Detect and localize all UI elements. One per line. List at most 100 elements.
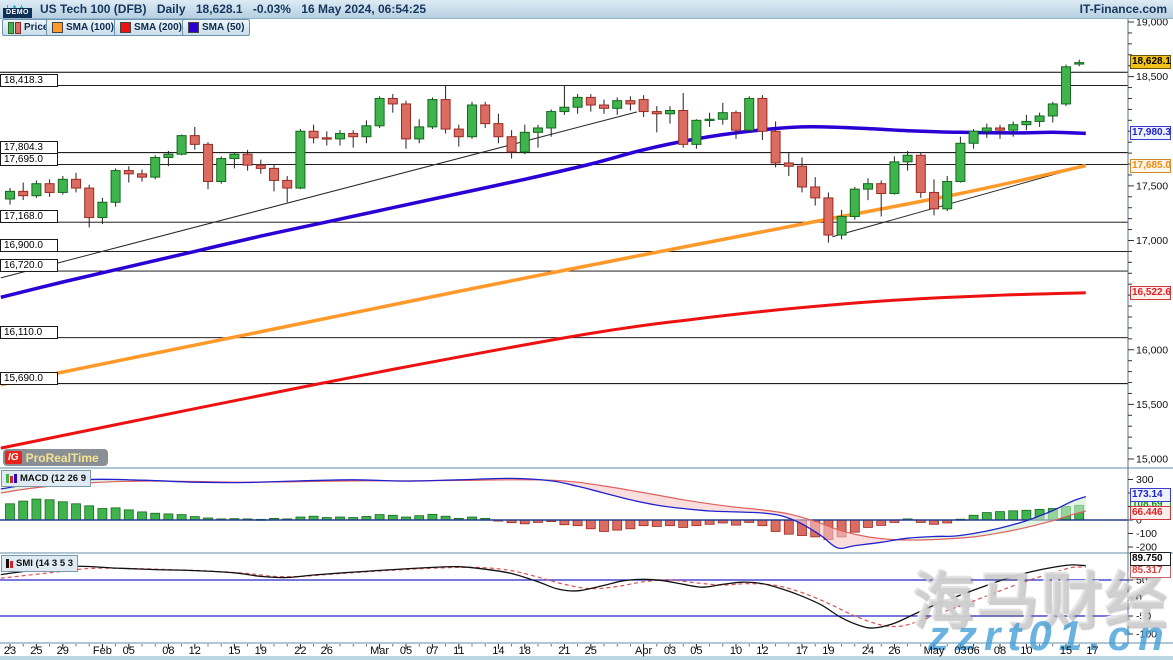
sma50-swatch-icon (188, 22, 199, 33)
date-tick-label: 10 (1020, 645, 1032, 657)
macd-histogram-bar (85, 506, 94, 520)
candle-body (283, 180, 292, 188)
macd-histogram-bar (758, 520, 767, 526)
change-percent: -0.03% (253, 2, 291, 16)
macd-histogram-bar (639, 520, 648, 526)
candle-body (811, 187, 820, 198)
date-tick-label: Feb (93, 645, 112, 657)
candle-body (1009, 125, 1018, 130)
date-tick-label: 12 (189, 645, 201, 657)
candle-body (996, 128, 1005, 130)
candle-body (164, 154, 173, 157)
candle-body (1075, 63, 1084, 64)
candle-body (494, 124, 503, 137)
price-axis-label: 15,000 (1136, 454, 1168, 466)
legend-label: SMA (100) (66, 22, 114, 33)
macd-histogram-bar (111, 508, 120, 520)
candle-body (916, 155, 925, 192)
macd-histogram-bar (428, 514, 437, 520)
macd-value-tag: 173.14 (1130, 488, 1171, 502)
candle-body (85, 188, 94, 217)
date-tick-label: 25 (30, 645, 42, 657)
last-price-tag: 18,628.1 (1130, 55, 1171, 69)
candle-body (388, 98, 397, 103)
candle-body (481, 105, 490, 124)
macd-histogram-bar (164, 514, 173, 520)
candle-body (1048, 104, 1057, 116)
date-tick-label: 05 (400, 645, 412, 657)
macd-histogram-bar (626, 520, 635, 529)
date-tick-label: 06 (967, 645, 979, 657)
macd-axis-label: 300 (1136, 474, 1154, 486)
candle-body (930, 192, 939, 208)
title-bar: DEMO US Tech 100 (DFB) Daily 18,628.1 -0… (0, 0, 1173, 19)
legend-chip-sma100[interactable]: SMA (100) (46, 19, 120, 36)
date-tick-label: 05 (123, 645, 135, 657)
date-tick-label: Apr (635, 645, 652, 657)
candle-body (151, 157, 160, 177)
legend-chip-sma50[interactable]: SMA (50) (182, 19, 250, 36)
candle-body (534, 128, 543, 132)
macd-histogram-bar (72, 504, 81, 520)
macd-histogram-bar (771, 520, 780, 531)
date-tick-label: 08 (994, 645, 1006, 657)
candle-body (190, 136, 199, 145)
price-axis-label: 18,500 (1136, 71, 1168, 83)
date-tick-label: 12 (756, 645, 768, 657)
date-tick-label: 24 (862, 645, 874, 657)
macd-histogram-bar (982, 513, 991, 520)
date-tick-label: 19 (822, 645, 834, 657)
date-tick-label: 23 (4, 645, 16, 657)
candle-body (718, 113, 727, 120)
candle-body (784, 163, 793, 166)
price-axis-label: 17,000 (1136, 235, 1168, 247)
candle-body (454, 129, 463, 137)
candle-body (441, 100, 450, 129)
candle-body (652, 112, 661, 114)
macd-histogram-bar (1022, 510, 1031, 520)
smi-indicator-chip[interactable]: SMI (14 3 5 3 (1, 555, 78, 572)
sma100-value-tag: 17,685.0 (1130, 159, 1171, 173)
macd-histogram-bar (375, 515, 384, 520)
candle-body (771, 131, 780, 163)
instrument-name: US Tech 100 (DFB) (40, 2, 146, 16)
price-level-label: 16,720.0 (0, 259, 58, 272)
date-tick-label: 15 (228, 645, 240, 657)
smi-icon (6, 559, 13, 568)
macd-histogram-bar (969, 515, 978, 520)
smi-label: SMI (14 3 5 3 (16, 558, 73, 569)
macd-indicator-chip[interactable]: MACD (12 26 9 (1, 470, 91, 487)
macd-histogram-bar (666, 520, 675, 526)
candle-body (956, 143, 965, 181)
sma200-value-tag: 16,522.6 (1130, 286, 1171, 300)
date-tick-label: 08 (162, 645, 174, 657)
macd-histogram-bar (1009, 511, 1018, 520)
macd-histogram-bar (692, 520, 701, 526)
sma100-swatch-icon (52, 22, 63, 33)
candle-body (982, 128, 991, 131)
macd-histogram-bar (652, 520, 661, 526)
candle-body (798, 166, 807, 187)
candle-body (679, 110, 688, 144)
candle-body (19, 191, 28, 195)
candle-body (864, 184, 873, 189)
legend-chip-sma200[interactable]: SMA (200) (114, 19, 188, 36)
macd-histogram-bar (679, 520, 688, 527)
date-tick-label: 19 (255, 645, 267, 657)
date-tick-label: 14 (492, 645, 504, 657)
legend-label: SMA (50) (202, 22, 244, 33)
legend-label: SMA (200) (134, 22, 182, 33)
sma200-swatch-icon (120, 22, 131, 33)
candle-body (98, 202, 107, 217)
candle-body (124, 171, 133, 174)
candle-body (613, 101, 622, 109)
date-tick-label: 17 (1086, 645, 1098, 657)
macd-histogram-bar (19, 501, 28, 520)
date-tick-label: 26 (321, 645, 333, 657)
date-tick-label: May (924, 645, 945, 657)
candle-body (309, 131, 318, 138)
price-axis-label: 16,000 (1136, 344, 1168, 356)
candle-body (705, 119, 714, 120)
date-tick-label: 03 (954, 645, 966, 657)
price-level-label: 16,110.0 (0, 326, 58, 339)
